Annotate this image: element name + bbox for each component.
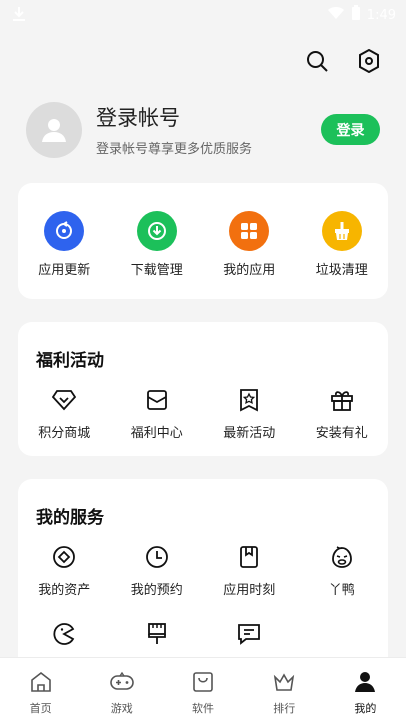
service-item-game[interactable] xyxy=(18,620,111,656)
search-icon[interactable] xyxy=(304,48,330,74)
duck-icon xyxy=(328,543,356,571)
welfare-item-install-gift[interactable]: 安装有礼 xyxy=(296,386,389,441)
crown-icon xyxy=(272,670,296,698)
welfare-item-label: 积分商城 xyxy=(38,426,91,441)
services-card: 我的服务 我的资产 我的预约 应用时刻 丫鸭 xyxy=(18,479,388,679)
battery-icon xyxy=(351,5,361,25)
pacman-icon xyxy=(50,620,78,648)
welfare-card: 福利活动 积分商城 福利中心 最新活动 安装有礼 xyxy=(18,322,388,456)
top-toolbar xyxy=(304,48,382,74)
quick-action-label: 我的应用 xyxy=(223,263,276,278)
quick-action-clean[interactable]: 垃圾清理 xyxy=(296,211,389,278)
status-bar: 1:49 xyxy=(0,0,406,28)
download-icon xyxy=(136,211,177,251)
settings-hexagon-icon[interactable] xyxy=(356,48,382,74)
nav-label: 首页 xyxy=(29,702,52,715)
nav-label: 游戏 xyxy=(110,702,133,715)
welfare-item-center[interactable]: 福利中心 xyxy=(111,386,204,441)
service-item-label: 我的预约 xyxy=(130,583,183,598)
service-item-assets[interactable]: 我的资产 xyxy=(18,543,111,598)
welfare-title: 福利活动 xyxy=(36,351,104,371)
nav-label: 软件 xyxy=(192,702,214,715)
login-button[interactable]: 登录 xyxy=(321,114,380,145)
service-item-theme[interactable] xyxy=(111,620,204,656)
quick-action-label: 垃圾清理 xyxy=(315,263,368,278)
welfare-item-label: 最新活动 xyxy=(223,426,276,441)
envelope-icon xyxy=(143,386,171,414)
bottom-nav: 首页 游戏 软件 排行 我的 xyxy=(0,657,406,722)
service-item-label: 我的资产 xyxy=(38,583,91,598)
refresh-icon xyxy=(44,211,85,251)
welfare-item-events[interactable]: 最新活动 xyxy=(203,386,296,441)
nav-games[interactable]: 游戏 xyxy=(81,658,162,722)
bag-icon xyxy=(191,670,215,698)
services-title: 我的服务 xyxy=(36,508,104,528)
quick-action-update[interactable]: 应用更新 xyxy=(18,211,111,278)
nav-ranking[interactable]: 排行 xyxy=(244,658,325,722)
avatar[interactable] xyxy=(26,102,82,158)
broom-icon xyxy=(321,211,362,251)
service-item-label: 应用时刻 xyxy=(223,583,276,598)
nav-home[interactable]: 首页 xyxy=(0,658,81,722)
profile-section: 登录帐号 登录帐号尊享更多优质服务 登录 xyxy=(26,100,386,160)
service-item-label: 丫鸭 xyxy=(328,583,355,598)
home-icon xyxy=(29,670,53,698)
service-item-app-moments[interactable]: 应用时刻 xyxy=(203,543,296,598)
quick-action-download[interactable]: 下载管理 xyxy=(111,211,204,278)
nav-mine[interactable]: 我的 xyxy=(325,658,406,722)
welfare-item-label: 福利中心 xyxy=(130,426,183,441)
welfare-item-points-mall[interactable]: 积分商城 xyxy=(18,386,111,441)
person-icon xyxy=(353,670,377,698)
welfare-item-label: 安装有礼 xyxy=(315,426,368,441)
paintbrush-icon xyxy=(143,620,171,648)
service-item-yaya[interactable]: 丫鸭 xyxy=(296,543,389,598)
service-item-reservations[interactable]: 我的预约 xyxy=(111,543,204,598)
service-item-feedback[interactable] xyxy=(203,620,296,656)
download-icon xyxy=(12,6,26,26)
quick-action-my-apps[interactable]: 我的应用 xyxy=(203,211,296,278)
status-time: 1:49 xyxy=(366,7,396,23)
diamond-icon xyxy=(50,386,78,414)
login-title[interactable]: 登录帐号 xyxy=(96,102,180,132)
chat-icon xyxy=(235,620,263,648)
bookmark-icon xyxy=(235,543,263,571)
clock-icon xyxy=(143,543,171,571)
apps-grid-icon xyxy=(229,211,270,251)
coin-icon xyxy=(50,543,78,571)
star-badge-icon xyxy=(235,386,263,414)
gift-icon xyxy=(328,386,356,414)
nav-label: 我的 xyxy=(354,702,377,715)
quick-actions-card: 应用更新 下载管理 我的应用 垃圾清理 xyxy=(18,183,388,299)
nav-label: 排行 xyxy=(273,702,296,715)
wifi-icon xyxy=(327,6,345,24)
login-subtitle: 登录帐号尊享更多优质服务 xyxy=(96,142,253,157)
quick-action-label: 下载管理 xyxy=(130,263,183,278)
quick-action-label: 应用更新 xyxy=(38,263,91,278)
gamepad-icon xyxy=(109,670,135,698)
nav-software[interactable]: 软件 xyxy=(162,658,243,722)
